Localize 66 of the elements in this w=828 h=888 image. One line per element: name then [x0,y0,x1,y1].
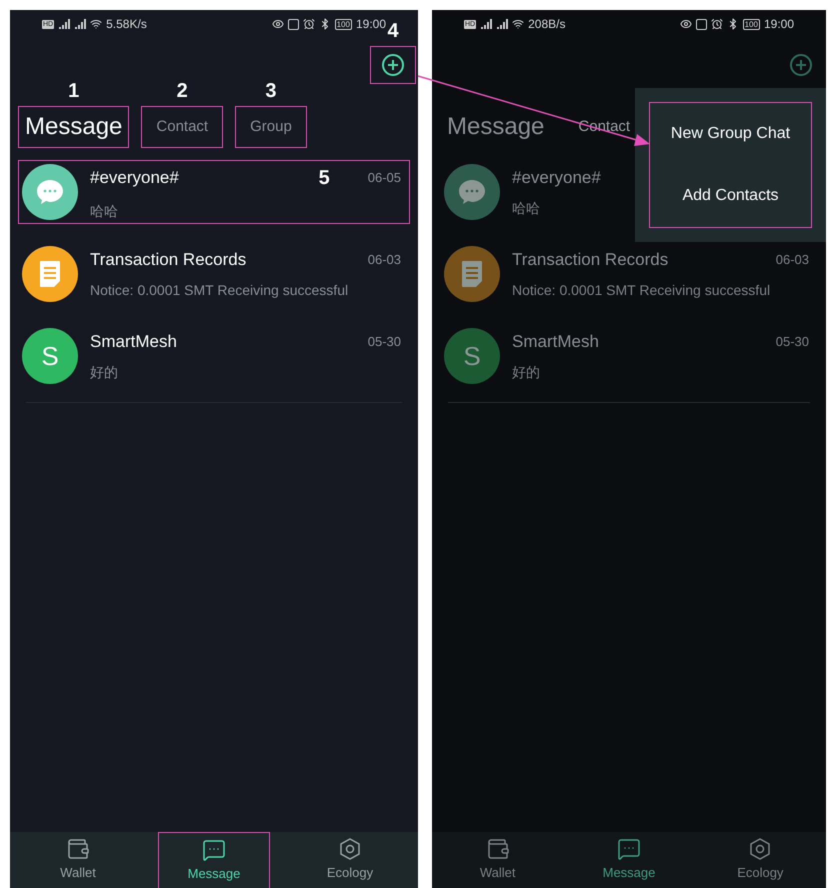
message-preview: 哈哈 [90,202,118,220]
network-speed: 208B/s [528,16,566,33]
alarm-icon [710,18,723,30]
network-speed: 5.58K/s [106,16,147,33]
conversation-date: 05-30 [776,332,809,351]
eye-icon [272,18,284,30]
add-button[interactable] [381,53,405,77]
annotation-number: 1 [68,81,80,101]
nav-tab[interactable]: Wallet [442,832,554,888]
message-preview: 好的 [90,363,118,382]
annotation-number: 4 [387,21,399,41]
plus-circle-icon [789,53,813,77]
message-icon [616,837,641,862]
conversation-row[interactable]: S SmartMesh 05-30 好的 [18,324,410,388]
plus-circle-icon [381,53,405,77]
battery-level: 100 [334,18,352,30]
speech-bubble-icon [36,179,64,205]
wallet-icon [486,837,510,862]
nav-tab[interactable]: Message [158,832,270,888]
conversation-name: Transaction Records [90,248,246,271]
nav-tab[interactable]: Wallet [22,832,134,888]
conversation-date: 06-05 [368,168,401,187]
conversation-date: 06-03 [368,250,401,269]
document-icon [461,260,483,288]
menu-item[interactable]: Add Contacts [650,165,811,227]
header-tab[interactable]: Message [447,109,544,145]
wallet-icon [66,837,90,862]
nav-tab[interactable]: Message [572,832,685,888]
annotation-number: 5 [318,166,330,190]
conversation-date: 06-03 [776,250,809,269]
nfc-icon [288,18,299,30]
signal-icon [58,19,70,29]
clock-time: 19:00 [764,16,794,33]
clock-time: 19:00 [356,16,386,33]
hexagon-icon [748,837,772,862]
letter-avatar: S [444,328,500,384]
conversation-row[interactable]: S SmartMesh 05-30 好的 [440,324,818,388]
signal-icon [480,19,492,29]
conversation-name: SmartMesh [90,330,177,353]
conversation-name: Transaction Records [512,248,668,271]
eye-icon [680,18,692,30]
document-icon [39,260,61,288]
conversation-name: SmartMesh [512,330,599,353]
message-preview: Notice: 0.0001 SMT Receiving successful [512,281,770,300]
hexagon-icon [338,837,362,862]
annotation-number: 3 [265,81,276,101]
message-preview: 哈哈 [512,199,540,218]
nav-tab[interactable]: Ecology [704,832,816,888]
letter-avatar: S [22,328,78,384]
alarm-icon [302,18,315,30]
signal-icon [74,19,86,29]
message-icon [202,838,226,862]
message-preview: 好的 [512,363,540,382]
annotation-number: 2 [176,81,188,101]
signal-icon [496,19,508,29]
menu-item[interactable]: New Group Chat [650,103,811,165]
battery-level: 100 [742,18,760,30]
message-preview: Notice: 0.0001 SMT Receiving successful [90,281,348,300]
conversation-row[interactable]: Transaction Records 06-03 Notice: 0.0001 SMT Receiving successful [440,242,818,306]
conversation-date: 05-30 [368,332,401,351]
conversation-name: #everyone# [90,166,179,189]
nfc-icon [696,18,707,30]
nav-tab[interactable]: Ecology [294,832,406,888]
conversation-row[interactable]: Transaction Records 06-03 Notice: 0.0001 SMT Receiving successful [18,242,410,306]
speech-bubble-icon [458,179,486,205]
conversation-name: #everyone# [512,166,601,189]
